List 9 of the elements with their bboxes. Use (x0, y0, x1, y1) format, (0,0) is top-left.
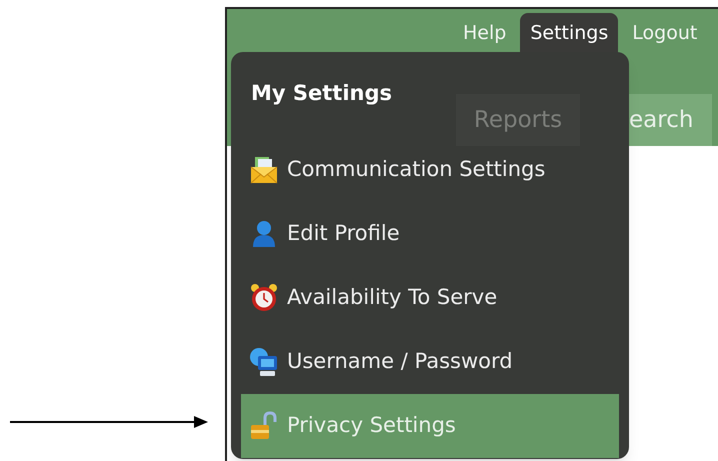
menu-item[interactable]: Username / Password (241, 330, 619, 394)
open-padlock-icon (249, 411, 279, 441)
envelope-icon (249, 155, 279, 185)
alarm-clock-icon (249, 283, 279, 313)
computer-globe-icon (249, 347, 279, 377)
nav-link[interactable]: Settings (520, 13, 618, 53)
menu-heading: My Settings (251, 80, 392, 107)
menu-item[interactable]: Availability To Serve (241, 266, 619, 330)
menu-item[interactable]: Edit Profile (241, 202, 619, 266)
